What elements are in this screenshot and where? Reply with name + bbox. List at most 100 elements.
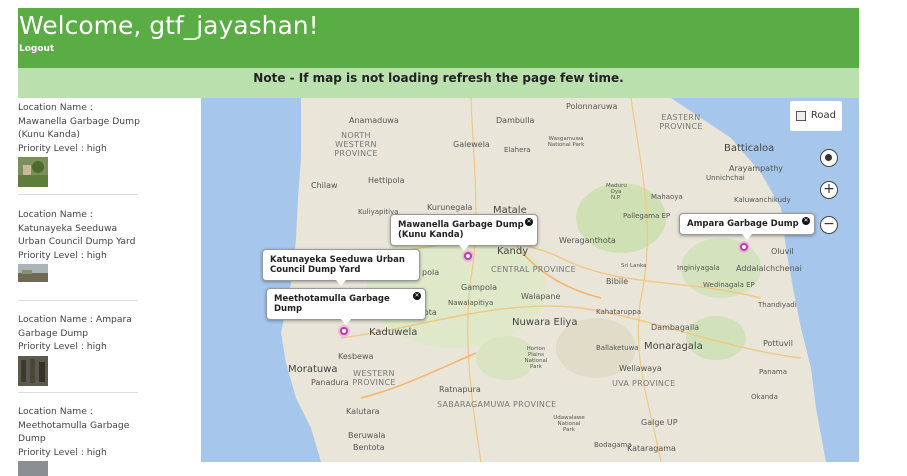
map-label: Panama xyxy=(759,368,788,376)
map-label: Kurunegala xyxy=(427,203,473,212)
map-label: Hettipola xyxy=(368,176,405,185)
map-label: Kahataruppa xyxy=(596,308,642,316)
map-label: Kalutara xyxy=(346,407,380,416)
location-thumbnail[interactable] xyxy=(18,264,48,282)
map-label: Unnichchai xyxy=(706,174,745,182)
map-label: Bibile xyxy=(606,277,629,286)
close-icon[interactable]: ✕ xyxy=(413,292,421,300)
location-name: Location Name : Mawanella Garbage Dump (… xyxy=(18,102,140,140)
map-label: Kaduwela xyxy=(369,327,418,338)
map-label: Moratuwa xyxy=(288,364,338,375)
header-bar: Welcome, gtf_jayashan! Logout xyxy=(18,8,859,68)
divider xyxy=(18,392,138,393)
map-label: Kesbewa xyxy=(338,352,374,361)
popup-title: Mawanella Garbage Dump (Kunu Kanda) xyxy=(398,220,524,240)
map-label: Wasgamuwa National Park xyxy=(547,136,585,148)
map-label: Monaragala xyxy=(644,341,703,352)
map-label: Dambulla xyxy=(496,116,535,125)
map-label: Arayampathy xyxy=(729,164,784,173)
map-label: Sri Lanka xyxy=(621,263,647,269)
map-type-toggle[interactable]: Road xyxy=(790,101,842,131)
popup-title: Ampara Garbage Dump xyxy=(687,219,799,229)
map-label: Polonnaruwa xyxy=(566,102,618,111)
map-label: Ratnapura xyxy=(439,385,481,394)
priority-level: Priority Level : high xyxy=(18,142,107,154)
road-label: Road xyxy=(810,110,836,121)
map-label: Anamaduwa xyxy=(349,116,399,125)
location-pin[interactable] xyxy=(462,250,474,262)
map-label: Gampola xyxy=(461,283,497,292)
close-icon[interactable]: ✕ xyxy=(525,218,533,226)
map-label: Ballaketuwa xyxy=(596,344,639,352)
map-label: SABARAGAMUWA PROVINCE xyxy=(437,400,557,409)
location-name: Location Name : Meethotamulla Garbage Du… xyxy=(18,406,130,444)
map-label: UVA PROVINCE xyxy=(612,379,676,388)
map-label: Galewela xyxy=(453,140,490,149)
divider xyxy=(18,194,138,195)
map-label: Horton Plains National Park xyxy=(524,346,548,370)
zoom-out-button[interactable]: − xyxy=(820,216,838,234)
map-label: Bentota xyxy=(353,443,385,452)
close-icon[interactable]: ✕ xyxy=(802,217,810,225)
location-thumbnail[interactable] xyxy=(18,157,48,187)
map-label: Pallegama EP xyxy=(623,212,671,220)
map-label: Beruwala xyxy=(348,431,386,440)
priority-level: Priority Level : high xyxy=(18,341,107,352)
map-label: Chilaw xyxy=(311,181,338,190)
map-label: Nawalapitiya xyxy=(448,299,494,307)
location-list: Location Name : Mawanella Garbage Dump (… xyxy=(18,98,201,476)
map-label: Wellawaya xyxy=(619,364,662,373)
map-label: Mahaoya xyxy=(651,193,683,201)
locate-me-button[interactable] xyxy=(820,149,838,167)
map-label: Galge UP xyxy=(641,418,678,427)
map-popup-ampara[interactable]: Ampara Garbage Dump ✕ xyxy=(679,213,815,240)
map-label: Thandiyadi xyxy=(758,301,797,309)
map-label: Udawalawe National Park xyxy=(553,415,585,433)
divider xyxy=(18,300,138,301)
map-label: CENTRAL PROVINCE xyxy=(491,265,577,274)
popup-title: Meethotamulla Garbage Dump xyxy=(274,294,390,314)
list-item[interactable]: Location Name : Ampara Garbage Dump Prio… xyxy=(18,313,143,386)
map-label: Kandy xyxy=(497,246,529,257)
list-item[interactable]: Location Name : Mawanella Garbage Dump (… xyxy=(18,101,143,187)
list-item[interactable]: Location Name : Katunayeka Seeduwa Urban… xyxy=(18,208,143,282)
priority-level: Priority Level : high xyxy=(18,249,107,261)
zoom-in-button[interactable]: + xyxy=(820,181,838,199)
popup-title: Katunayeka Seeduwa Urban Council Dump Ya… xyxy=(270,255,405,275)
map-popup-mawanella[interactable]: Mawanella Garbage Dump (Kunu Kanda) ✕ xyxy=(390,214,538,251)
list-item[interactable]: Location Name : Meethotamulla Garbage Du… xyxy=(18,405,143,476)
priority-level: Priority Level : high xyxy=(18,446,107,458)
map-label: Addalaichchenai xyxy=(736,264,802,273)
map-popup-meethotamulla[interactable]: Meethotamulla Garbage Dump ✕ xyxy=(266,288,426,325)
locate-icon xyxy=(825,154,832,161)
checkbox-icon[interactable] xyxy=(796,111,806,121)
location-thumbnail[interactable] xyxy=(18,461,48,476)
map-popup-katunayeka[interactable]: Katunayeka Seeduwa Urban Council Dump Ya… xyxy=(262,249,420,286)
location-pin[interactable] xyxy=(338,325,350,337)
map-label: Batticaloa xyxy=(724,143,775,154)
map-label: Pottuvil xyxy=(763,339,793,348)
map-label: Elahera xyxy=(504,146,531,154)
map-label: pola xyxy=(422,268,440,277)
map-label: Inginiyagala xyxy=(677,264,720,272)
map-label: Weraganthota xyxy=(559,236,616,245)
map-label: Maduru Oya N.P. xyxy=(606,183,627,201)
location-name: Location Name : Ampara Garbage Dump xyxy=(18,314,132,339)
map-label: Walapane xyxy=(521,292,561,301)
map-label: Dambagalla xyxy=(651,323,700,332)
map-label: Wedinagala EP xyxy=(703,281,755,289)
location-pin[interactable] xyxy=(738,241,750,253)
map-label: WESTERN PROVINCE xyxy=(352,369,396,387)
map-label: Kaluwanchikudy xyxy=(734,196,791,204)
map-label: Panadura xyxy=(311,378,349,387)
welcome-title: Welcome, gtf_jayashan! xyxy=(19,11,319,40)
location-thumbnail[interactable] xyxy=(18,355,48,386)
map-label: Kataragama xyxy=(627,444,676,453)
map-label: Oluvil xyxy=(771,247,794,256)
map-label: EASTERN PROVINCE xyxy=(659,113,703,131)
map-label: Okanda xyxy=(751,393,778,401)
logout-link[interactable]: Logout xyxy=(19,44,54,54)
note-banner: Note - If map is not loading refresh the… xyxy=(18,68,859,98)
map-label: NORTH WESTERN PROVINCE xyxy=(334,131,378,158)
map-view[interactable]: Polonnaruwa Anamaduwa Dambulla EASTERN P… xyxy=(201,98,859,462)
